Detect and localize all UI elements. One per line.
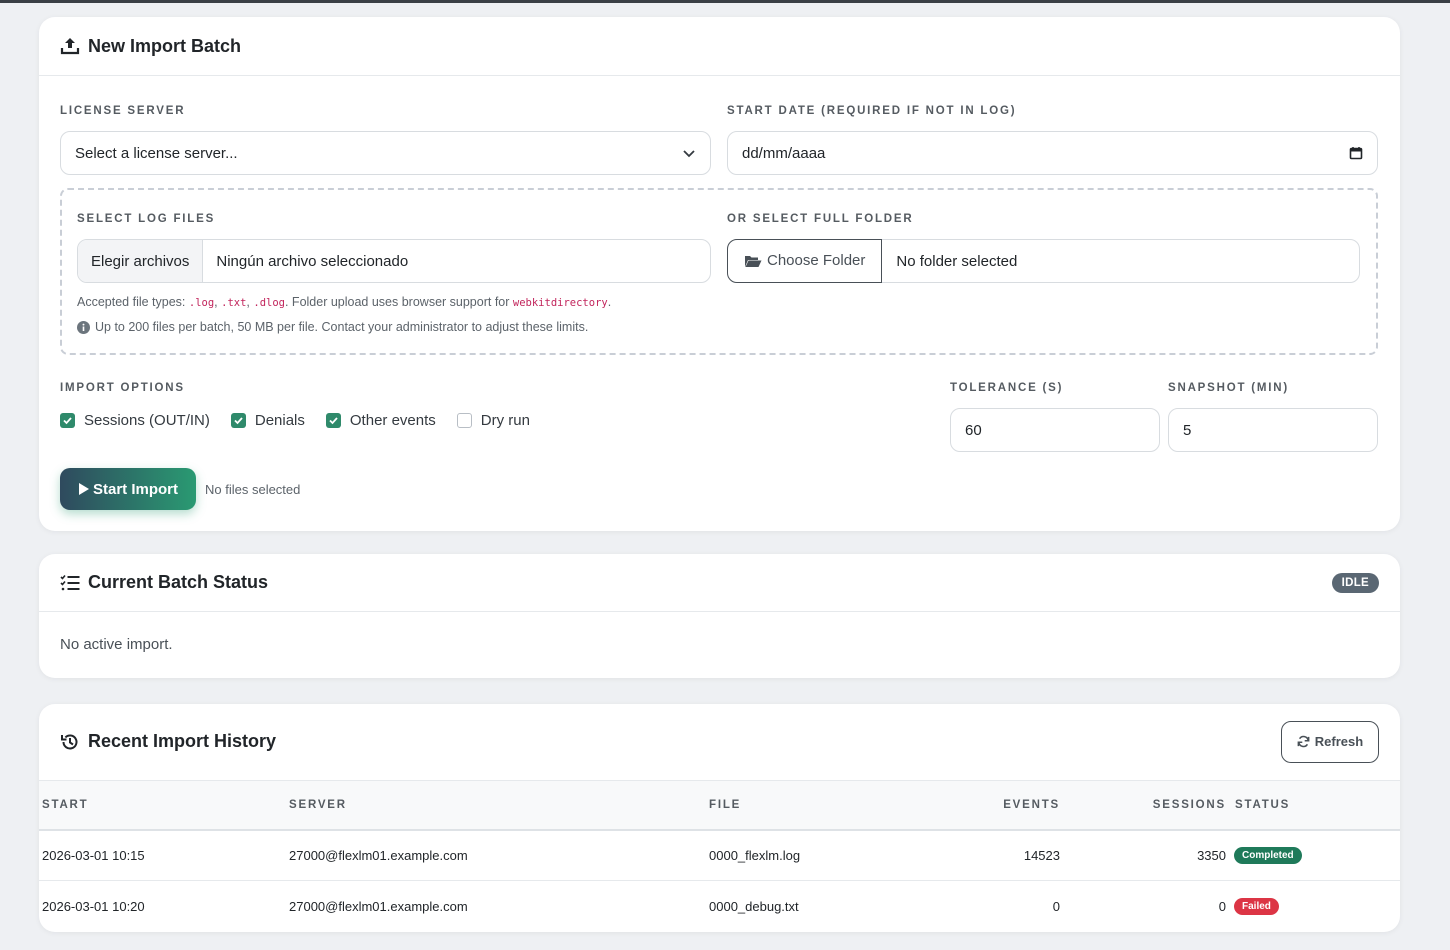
refresh-button[interactable]: Refresh — [1281, 720, 1379, 763]
checkbox-checked-icon[interactable] — [60, 413, 75, 428]
cell-events: 0 — [1052, 898, 1060, 914]
log-files-status: Ningún archivo seleccionado — [216, 252, 409, 270]
import-history-table: START SERVER FILE EVENTS SESSIONS STATUS… — [39, 780, 1400, 932]
import-history-card: Recent Import History Refresh START SERV… — [39, 704, 1400, 932]
column-file: FILE — [709, 798, 742, 811]
batch-status-title: Current Batch Status — [88, 572, 269, 592]
folder-input: Choose Folder No folder selected — [727, 238, 1360, 283]
log-files-label: SELECT LOG FILES — [77, 213, 216, 225]
play-icon — [78, 482, 90, 496]
cell-events: 14523 — [1023, 847, 1060, 863]
column-events: EVENTS — [1003, 798, 1060, 811]
no-active-import-message: No active import. — [60, 636, 173, 653]
cell-file: 0000_flexlm.log — [709, 847, 801, 863]
batch-status-card: Current Batch Status IDLE No active impo… — [39, 554, 1400, 678]
folder-status: No folder selected — [896, 252, 1018, 270]
table-header-row: START SERVER FILE EVENTS SESSIONS STATUS — [39, 780, 1400, 830]
tolerance-label: TOLERANCE (S) — [950, 382, 1064, 394]
option-label: Sessions (OUT/IN) — [84, 412, 210, 429]
choose-files-button[interactable]: Elegir archivos — [78, 240, 204, 282]
option-denials[interactable]: Denials — [230, 412, 305, 429]
hint-type-dlog: .dlog — [253, 297, 285, 309]
new-import-card: New Import Batch LICENSE SERVER Select a… — [39, 17, 1400, 531]
limits-hint: Up to 200 files per batch, 50 MB per fil… — [77, 320, 588, 334]
upload-dropzone: SELECT LOG FILES Elegir archivos Ningún … — [60, 188, 1378, 355]
chevron-down-icon — [682, 146, 696, 160]
info-icon — [77, 320, 90, 334]
hint-type-txt: .txt — [221, 297, 247, 309]
checkbox-checked-icon[interactable] — [230, 413, 246, 428]
refresh-label: Refresh — [1314, 734, 1364, 749]
cell-status: Completed — [1226, 830, 1400, 881]
refresh-icon — [1297, 735, 1310, 748]
history-icon — [60, 732, 80, 752]
option-label: Other events — [349, 412, 436, 429]
start-date-input[interactable]: dd/mm/aaaa — [727, 131, 1378, 175]
tolerance-value: 60 — [965, 421, 982, 439]
cell-status: Failed — [1226, 881, 1400, 932]
checkbox-checked-icon[interactable] — [325, 413, 341, 428]
status-badge-failed: Failed — [1234, 898, 1279, 916]
license-server-label: LICENSE SERVER — [60, 105, 186, 117]
page-title: New Import Batch — [88, 35, 242, 56]
cell-sessions: 3350 — [1197, 847, 1226, 863]
batch-status-header: Current Batch Status IDLE — [39, 554, 1400, 612]
new-import-header: New Import Batch — [39, 17, 1400, 76]
hint-attr: webkitdirectory — [512, 297, 608, 309]
cell-server: 27000@flexlm01.example.com — [289, 847, 468, 863]
import-options-label: IMPORT OPTIONS — [60, 382, 185, 394]
cell-file: 0000_debug.txt — [709, 898, 799, 914]
hint-end: . — [607, 295, 612, 309]
column-start: START — [42, 798, 89, 811]
option-label: Dry run — [480, 412, 530, 429]
start-import-status: No files selected — [205, 482, 301, 497]
choose-folder-button[interactable]: Choose Folder — [727, 238, 883, 283]
upload-icon — [60, 36, 80, 56]
checkbox-unchecked-icon[interactable] — [456, 413, 472, 428]
calendar-icon[interactable] — [1349, 146, 1363, 160]
limits-text: Up to 200 files per batch, 50 MB per fil… — [95, 320, 589, 334]
hint-type-log: .log — [188, 297, 215, 309]
option-other-events[interactable]: Other events — [325, 412, 436, 429]
option-label: Denials — [254, 412, 305, 429]
license-server-select[interactable]: Select a license server... — [60, 131, 711, 175]
import-options-group: Sessions (OUT/IN) Denials Other events D… — [60, 412, 530, 429]
cell-start: 2026-03-01 10:15 — [42, 847, 145, 863]
column-sessions: SESSIONS — [1152, 798, 1226, 811]
license-server-value: Select a license server... — [75, 144, 238, 162]
log-files-input[interactable]: Elegir archivos Ningún archivo seleccion… — [77, 239, 711, 283]
idle-status-badge: IDLE — [1331, 572, 1379, 593]
cell-start: 2026-03-01 10:20 — [42, 898, 145, 914]
cell-sessions: 0 — [1218, 898, 1226, 914]
snapshot-input[interactable]: 5 — [1168, 408, 1378, 452]
import-history-header: Recent Import History Refresh — [39, 704, 1400, 779]
table-row: 2026-03-01 10:15 27000@flexlm01.example.… — [39, 830, 1400, 881]
batch-status-title-group: Current Batch Status — [60, 572, 268, 593]
start-date-value: dd/mm/aaaa — [742, 144, 826, 162]
table-row: 2026-03-01 10:20 27000@flexlm01.example.… — [39, 881, 1400, 932]
snapshot-value: 5 — [1183, 421, 1192, 439]
start-date-label: START DATE (REQUIRED IF NOT IN LOG) — [727, 105, 1017, 117]
hint-middle: . Folder upload uses browser support for — [284, 295, 513, 309]
folder-open-icon — [744, 254, 762, 268]
column-status: STATUS — [1235, 798, 1291, 811]
status-badge-completed: Completed — [1234, 847, 1302, 865]
choose-folder-label: Choose Folder — [767, 252, 866, 269]
file-types-hint: Accepted file types: .log, .txt, .dlog. … — [77, 295, 611, 309]
folder-label: OR SELECT FULL FOLDER — [727, 213, 914, 225]
start-import-button[interactable]: Start Import — [60, 468, 196, 510]
cell-server: 27000@flexlm01.example.com — [289, 898, 468, 914]
snapshot-label: SNAPSHOT (MIN) — [1168, 382, 1290, 394]
start-import-label: Start Import — [92, 480, 178, 498]
import-history-title: Recent Import History — [88, 731, 277, 751]
import-history-title-group: Recent Import History — [60, 731, 276, 752]
hint-prefix: Accepted file types: — [77, 295, 189, 309]
option-dry-run[interactable]: Dry run — [456, 412, 530, 429]
option-sessions[interactable]: Sessions (OUT/IN) — [60, 412, 210, 429]
tolerance-input[interactable]: 60 — [950, 408, 1160, 452]
column-server: SERVER — [289, 798, 347, 811]
list-check-icon — [60, 574, 80, 592]
